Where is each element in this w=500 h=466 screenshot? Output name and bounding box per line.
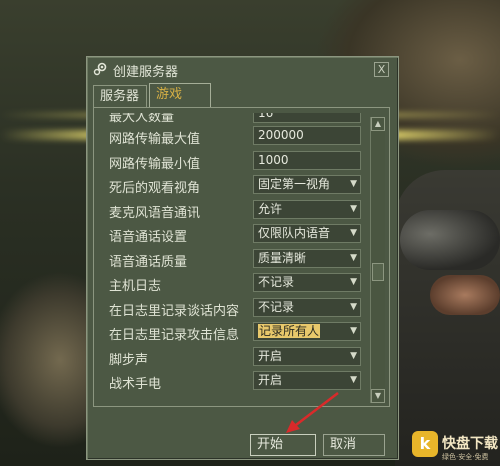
logo-subtitle: 绿色·安全·免费 bbox=[442, 453, 489, 461]
chevron-down-icon[interactable]: ▼ bbox=[350, 372, 357, 389]
setting-label: 战术手电 bbox=[109, 377, 162, 392]
setting-value: 仅限队内语音 bbox=[258, 226, 331, 240]
setting-value: 记录所有人 bbox=[258, 324, 321, 338]
setting-label: 语音通话设置 bbox=[109, 230, 188, 245]
goggles bbox=[400, 210, 500, 270]
soldier-eyes bbox=[430, 275, 500, 315]
setting-value: 允许 bbox=[258, 201, 283, 216]
setting-label: 最大人数量 bbox=[109, 113, 175, 125]
setting-row: 脚步声 开启 ▼ bbox=[105, 346, 375, 370]
setting-row: 网路传输最小值 1000 bbox=[105, 150, 375, 174]
setting-dropdown[interactable]: 记录所有人 ▼ bbox=[253, 322, 361, 341]
setting-row: 在日志里记录攻击信息 记录所有人 ▼ bbox=[105, 321, 375, 345]
setting-dropdown[interactable]: 质量清晰 ▼ bbox=[253, 248, 361, 268]
setting-label: 在日志里记录谈话内容 bbox=[109, 303, 240, 319]
chevron-down-icon[interactable]: ▼ bbox=[350, 299, 357, 316]
setting-row: 语音通话质量 质量清晰 ▼ bbox=[105, 248, 375, 272]
setting-label: 麦克风语音通讯 bbox=[109, 205, 201, 221]
settings-list: 最大人数量 16 网路传输最大值 200000 网路传输最小值 1000 死后的观看视角… bbox=[105, 113, 375, 457]
setting-dropdown[interactable]: 开启 ▼ bbox=[253, 346, 361, 366]
setting-value: 固定第一视角 bbox=[258, 177, 331, 191]
setting-label: 主机日志 bbox=[109, 279, 162, 294]
setting-dropdown[interactable]: 固定第一视角 ▼ bbox=[253, 175, 361, 194]
setting-label: 网路传输最小值 bbox=[109, 156, 201, 172]
tab-server[interactable]: 服务器 bbox=[93, 85, 147, 107]
setting-dropdown[interactable]: 仅限队内语音 ▼ bbox=[253, 224, 361, 243]
chevron-down-icon[interactable]: ▼ bbox=[350, 201, 357, 218]
scrollbar[interactable]: ▲ ▼ bbox=[370, 117, 385, 403]
setting-value: 开启 bbox=[258, 348, 283, 363]
cancel-button[interactable]: 取消 bbox=[323, 434, 385, 456]
setting-row: 战术手电 开启 ▼ bbox=[105, 370, 375, 394]
dialog-title: 创建服务器 bbox=[113, 65, 179, 80]
setting-input[interactable]: 200000 bbox=[253, 126, 361, 145]
setting-dropdown[interactable]: 开启 ▼ bbox=[253, 371, 361, 390]
setting-value: 不记录 bbox=[258, 299, 295, 314]
scroll-up-icon[interactable]: ▲ bbox=[371, 117, 385, 131]
chevron-down-icon[interactable]: ▼ bbox=[350, 274, 357, 291]
setting-label: 脚步声 bbox=[109, 352, 149, 368]
setting-label: 网路传输最大值 bbox=[109, 132, 201, 147]
start-button[interactable]: 开始 bbox=[250, 434, 316, 456]
logo-icon: k bbox=[412, 431, 438, 457]
setting-row: 网路传输最大值 200000 bbox=[105, 125, 375, 149]
setting-row: 语音通话设置 仅限队内语音 ▼ bbox=[105, 223, 375, 247]
setting-value: 不记录 bbox=[258, 275, 295, 289]
setting-dropdown[interactable]: 允许 ▼ bbox=[253, 199, 361, 219]
setting-input[interactable]: 1000 bbox=[253, 150, 361, 170]
setting-row: 在日志里记录谈话内容 不记录 ▼ bbox=[105, 297, 375, 321]
tab-game[interactable]: 游戏 bbox=[149, 83, 211, 107]
setting-value: 开启 bbox=[258, 373, 283, 387]
title-bar: 创建服务器 X bbox=[87, 57, 398, 81]
setting-value: 200000 bbox=[258, 128, 304, 142]
chevron-down-icon[interactable]: ▼ bbox=[350, 250, 357, 267]
setting-value: 质量清晰 bbox=[258, 250, 307, 265]
setting-label: 在日志里记录攻击信息 bbox=[109, 328, 240, 343]
chevron-down-icon[interactable]: ▼ bbox=[350, 348, 357, 365]
watermark-logo: k 快盘下载 绿色·安全·免费 bbox=[412, 431, 500, 466]
steam-icon bbox=[93, 62, 107, 76]
logo-name: 快盘下载 bbox=[442, 436, 498, 452]
setting-dropdown[interactable]: 不记录 ▼ bbox=[253, 273, 361, 292]
setting-label: 语音通话质量 bbox=[109, 254, 188, 270]
setting-value: 1000 bbox=[258, 152, 289, 167]
create-server-dialog: 创建服务器 X 服务器 游戏 最大人数量 16 网路传输最大值 200000 网路传… bbox=[86, 56, 399, 460]
chevron-down-icon[interactable]: ▼ bbox=[350, 323, 357, 340]
setting-row: 死后的观看视角 固定第一视角 ▼ bbox=[105, 174, 375, 198]
setting-dropdown[interactable]: 不记录 ▼ bbox=[253, 297, 361, 317]
setting-value[interactable]: 16 bbox=[253, 113, 361, 123]
setting-label: 死后的观看视角 bbox=[109, 181, 201, 196]
chevron-down-icon[interactable]: ▼ bbox=[350, 225, 357, 242]
setting-row: 麦克风语音通讯 允许 ▼ bbox=[105, 199, 375, 223]
scroll-down-icon[interactable]: ▼ bbox=[371, 389, 385, 403]
scroll-thumb[interactable] bbox=[372, 263, 384, 281]
chevron-down-icon[interactable]: ▼ bbox=[350, 176, 357, 193]
close-button[interactable]: X bbox=[374, 62, 389, 77]
setting-row: 主机日志 不记录 ▼ bbox=[105, 272, 375, 296]
